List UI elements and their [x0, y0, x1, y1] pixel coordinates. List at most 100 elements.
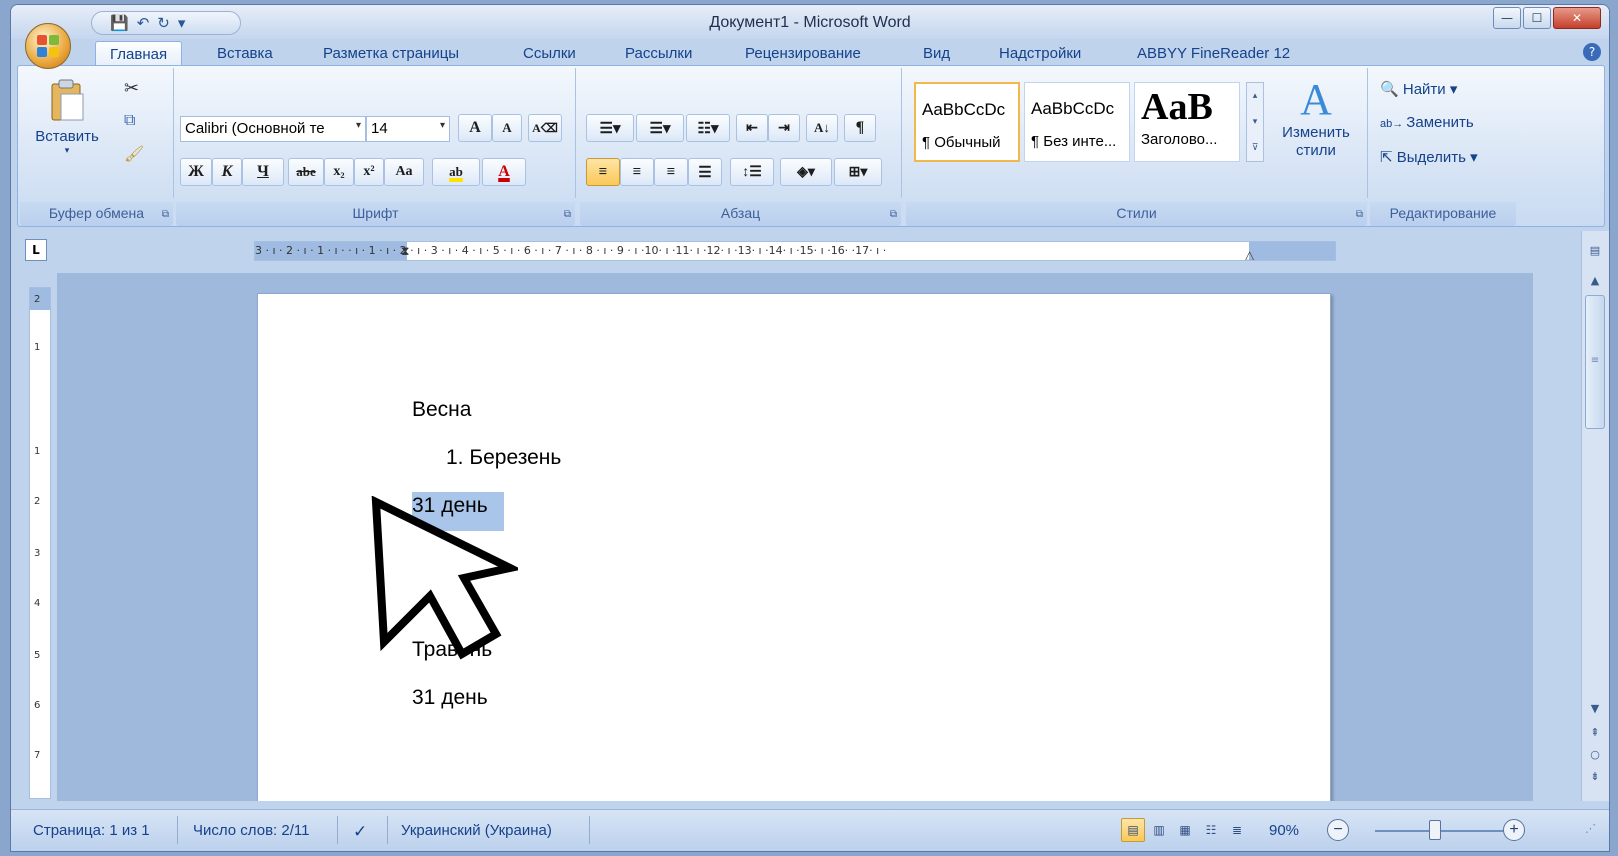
font-launcher-icon[interactable]: ⧉: [564, 209, 571, 220]
font-size-field[interactable]: 14 ▾: [366, 116, 450, 142]
superscript-button[interactable]: x²: [354, 158, 384, 186]
shrink-font-button[interactable]: A: [492, 114, 522, 142]
italic-button[interactable]: К: [212, 158, 242, 186]
font-family-dropdown-icon[interactable]: ▾: [356, 120, 361, 131]
tab-page-layout[interactable]: Разметка страницы: [323, 45, 459, 62]
bold-button[interactable]: Ж: [180, 158, 212, 186]
tab-addins[interactable]: Надстройки: [999, 45, 1081, 62]
right-indent-icon[interactable]: △: [1245, 246, 1254, 260]
minimize-button[interactable]: —: [1493, 7, 1521, 29]
scroll-up-icon[interactable]: ▲: [1584, 271, 1606, 291]
font-size-value: 14: [371, 120, 388, 137]
shrink-font-icon: A: [502, 120, 512, 135]
grow-font-button[interactable]: A: [458, 114, 492, 142]
change-styles-button[interactable]: A Изменить стили: [1268, 76, 1364, 160]
zoom-out-icon[interactable]: −: [1327, 819, 1349, 841]
paragraph[interactable]: 31 день: [412, 686, 488, 710]
style-tile-normal[interactable]: AaBbCcDc ¶ Обычный: [914, 82, 1020, 162]
office-button[interactable]: [25, 23, 71, 69]
increase-indent-button[interactable]: ⇥: [768, 114, 800, 142]
align-left-button[interactable]: ≡: [586, 158, 620, 186]
change-case-button[interactable]: Aa: [384, 158, 424, 186]
strikethrough-button[interactable]: abe: [288, 158, 324, 186]
previous-page-icon[interactable]: ⇞: [1584, 723, 1606, 743]
bullets-button[interactable]: ☰▾: [586, 114, 634, 142]
paste-dropdown-icon[interactable]: ▾: [28, 145, 106, 156]
tab-selector[interactable]: L: [25, 239, 47, 261]
resize-grip-icon[interactable]: ⋰: [1585, 822, 1596, 835]
language-indicator[interactable]: Украинский (Украина): [401, 822, 552, 839]
maximize-button[interactable]: ☐: [1523, 7, 1551, 29]
vertical-scrollbar[interactable]: ▤ ▲ ≡ ▼ ⇞ ○ ⇟: [1581, 231, 1609, 801]
tab-abbyy[interactable]: ABBYY FineReader 12: [1137, 45, 1290, 62]
web-layout-icon[interactable]: ▦: [1173, 818, 1197, 842]
styles-group: AaBbCcDc ¶ Обычный AaBbCcDc ¶ Без инте..…: [906, 68, 1368, 226]
tab-view[interactable]: Вид: [923, 45, 950, 62]
tab-insert[interactable]: Вставка: [217, 45, 273, 62]
next-page-icon[interactable]: ⇟: [1584, 767, 1606, 787]
full-screen-reading-icon[interactable]: ▥: [1147, 818, 1171, 842]
scroll-thumb[interactable]: ≡: [1585, 295, 1605, 429]
cut-icon[interactable]: ✂: [124, 78, 139, 99]
numbering-button[interactable]: ☰▾: [636, 114, 684, 142]
page-count[interactable]: Страница: 1 из 1: [33, 822, 150, 839]
clipboard-launcher-icon[interactable]: ⧉: [162, 209, 169, 220]
draft-view-icon[interactable]: ≣: [1225, 818, 1249, 842]
align-right-button[interactable]: ≡: [654, 158, 688, 186]
spelling-check-icon[interactable]: ✓: [353, 822, 367, 842]
copy-icon[interactable]: ⧉: [124, 110, 135, 130]
scroll-down-icon[interactable]: ▼: [1584, 699, 1606, 719]
vruler-mark: 1: [34, 342, 41, 353]
style-tile-heading[interactable]: AaB Заголово...: [1134, 82, 1240, 162]
select-button[interactable]: ⇱ Выделить ▾: [1380, 148, 1478, 166]
outline-view-icon[interactable]: ☷: [1199, 818, 1223, 842]
justify-button[interactable]: ☰: [688, 158, 722, 186]
decrease-indent-button[interactable]: ⇤: [736, 114, 768, 142]
sort-button[interactable]: A↓: [806, 114, 838, 142]
find-button[interactable]: 🔍 Найти ▾: [1380, 80, 1457, 98]
sort-icon: A↓: [814, 120, 830, 135]
styles-scroll[interactable]: ▴ ▾ ⊽: [1246, 82, 1264, 162]
paste-button[interactable]: Вставить ▾: [28, 78, 106, 156]
editing-group-label: Редактирование: [1370, 202, 1516, 226]
tab-review[interactable]: Рецензирование: [745, 45, 861, 62]
tab-mailings[interactable]: Рассылки: [625, 45, 692, 62]
word-count[interactable]: Число слов: 2/11: [193, 822, 309, 839]
word-window: 💾 ↶ ↻ ▾ Документ1 - Microsoft Word — ☐ ✕…: [10, 4, 1610, 852]
shading-button[interactable]: ◈▾: [780, 158, 832, 186]
ribbon-tabs: Главная Вставка Разметка страницы Ссылки…: [11, 39, 1609, 69]
show-marks-button[interactable]: ¶: [844, 114, 876, 142]
zoom-level[interactable]: 90%: [1269, 822, 1299, 839]
line-spacing-button[interactable]: ↕☰: [730, 158, 774, 186]
replace-button[interactable]: ab→ Заменить: [1380, 114, 1474, 131]
font-color-button[interactable]: A: [482, 158, 526, 186]
clear-formatting-button[interactable]: A⌫: [528, 114, 562, 142]
subscript-button[interactable]: x₂: [324, 158, 354, 186]
borders-button[interactable]: ⊞▾: [834, 158, 882, 186]
close-button[interactable]: ✕: [1553, 7, 1601, 29]
paste-label: Вставить: [35, 128, 99, 145]
format-painter-icon[interactable]: 🖌: [124, 144, 144, 163]
paragraph-launcher-icon[interactable]: ⧉: [890, 209, 897, 220]
zoom-in-icon[interactable]: +: [1503, 819, 1525, 841]
bullets-icon: ☰▾: [599, 120, 621, 137]
status-bar: Страница: 1 из 1 Число слов: 2/11 ✓ Укра…: [11, 809, 1609, 851]
help-icon[interactable]: ?: [1583, 43, 1601, 61]
ruler-toggle-icon[interactable]: ▤: [1584, 241, 1606, 261]
indent-marker-icon[interactable]: ⧗: [401, 242, 409, 260]
styles-launcher-icon[interactable]: ⧉: [1356, 209, 1363, 220]
highlight-button[interactable]: ab: [432, 158, 480, 186]
zoom-slider-handle[interactable]: [1429, 820, 1441, 840]
tab-references[interactable]: Ссылки: [523, 45, 576, 62]
font-family-field[interactable]: Calibri (Основной те ▾: [180, 116, 366, 142]
horizontal-ruler[interactable]: 3 · ı · 2 · ı · 1 · ı · · ı · 1 · ı · 2 …: [254, 241, 1336, 261]
underline-button[interactable]: Ч: [242, 158, 284, 186]
font-size-dropdown-icon[interactable]: ▾: [440, 120, 445, 131]
style-tile-no-spacing[interactable]: AaBbCcDc ¶ Без инте...: [1024, 82, 1130, 162]
list-item[interactable]: 1. Березень: [446, 446, 561, 470]
print-layout-view-icon[interactable]: ▤: [1121, 818, 1145, 842]
paragraph[interactable]: Весна: [412, 398, 471, 422]
browse-object-icon[interactable]: ○: [1584, 745, 1606, 765]
multilevel-list-button[interactable]: ☷▾: [686, 114, 730, 142]
align-center-button[interactable]: ≡: [620, 158, 654, 186]
